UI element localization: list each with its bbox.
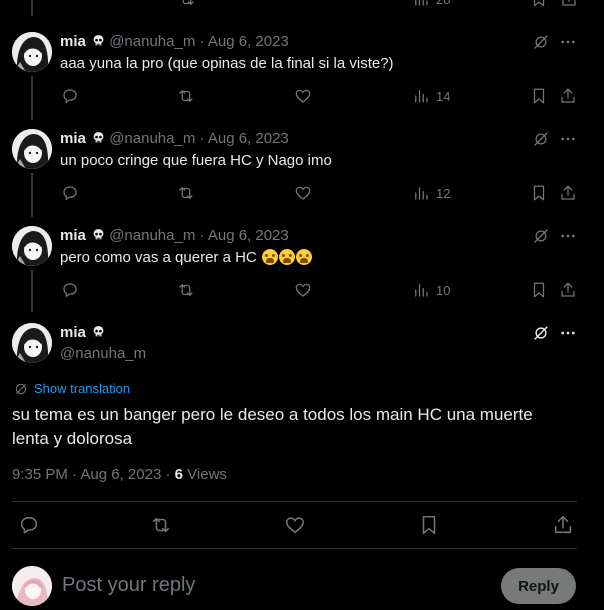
crying-emoji (278, 249, 295, 265)
bookmark-icon-top[interactable] (530, 0, 548, 8)
handle[interactable]: @nanuha_m (109, 227, 195, 244)
post-date[interactable]: Aug 6, 2023 (208, 33, 289, 50)
views-icon (415, 90, 428, 103)
post-date[interactable]: Aug 6, 2023 (208, 227, 289, 244)
avatar[interactable] (12, 323, 52, 363)
display-name[interactable]: mia (60, 324, 86, 341)
retweet-icon[interactable] (177, 281, 195, 299)
views-icon (415, 284, 428, 297)
globe-icon (15, 383, 27, 394)
like-icon[interactable] (294, 184, 312, 202)
share-icon-top[interactable] (560, 0, 578, 8)
main-tweet-text-line: lenta y dolorosa (12, 429, 133, 448)
bookmark-icon[interactable] (530, 184, 548, 202)
views-count: 10 (436, 282, 451, 298)
reply-icon[interactable] (18, 514, 40, 536)
post-time[interactable]: 9:35 PM (12, 466, 68, 483)
share-icon[interactable] (559, 184, 577, 202)
main-tweet-text: su tema es un banger pero le deseo a tod… (12, 403, 533, 451)
views-icon (415, 187, 428, 200)
more-icon[interactable] (559, 227, 577, 245)
grok-icon[interactable] (532, 33, 550, 51)
skull-icon (92, 228, 105, 241)
tweet-text: pero como vas a querer a HC (60, 248, 312, 268)
views-button[interactable]: 14 (412, 87, 450, 105)
avatar[interactable] (12, 32, 52, 72)
retweet-icon[interactable] (177, 87, 195, 105)
views-button[interactable]: 12 (412, 184, 450, 202)
bookmark-icon[interactable] (530, 281, 548, 299)
thread-line (31, 173, 33, 217)
avatar[interactable] (12, 226, 52, 266)
handle[interactable]: @nanuha_m (60, 345, 146, 362)
handle[interactable]: @nanuha_m (109, 130, 195, 147)
grok-icon[interactable] (532, 227, 550, 245)
skull-icon (92, 34, 105, 47)
display-name[interactable]: mia (60, 130, 86, 147)
post-date[interactable]: Aug 6, 2023 (208, 130, 289, 147)
tweet-text: un poco cringe que fuera HC y Nago imo (60, 152, 332, 169)
skull-icon (92, 325, 105, 338)
like-icon[interactable] (284, 514, 306, 536)
more-icon[interactable] (559, 130, 577, 148)
reply-icon[interactable] (61, 281, 79, 299)
share-icon[interactable] (552, 514, 574, 536)
post-date[interactable]: Aug 6, 2023 (80, 466, 161, 483)
divider (12, 548, 577, 549)
grok-icon[interactable] (532, 130, 550, 148)
more-icon[interactable] (559, 324, 577, 342)
display-name[interactable]: mia (60, 33, 86, 50)
reply-input[interactable]: Post your reply (62, 574, 195, 597)
user-avatar[interactable] (12, 566, 52, 606)
reply-button[interactable]: Reply (501, 568, 576, 604)
thread-line (31, 270, 33, 312)
thread-line (31, 0, 33, 16)
show-translation-label[interactable]: Show translation (34, 381, 130, 396)
thread-line (31, 76, 33, 120)
main-tweet-text-line: su tema es un banger pero le deseo a tod… (12, 405, 533, 424)
tweet-text-content: pero como vas a querer a HC (60, 249, 257, 266)
show-translation-link[interactable]: Show translation (14, 381, 130, 396)
bookmark-icon[interactable] (418, 514, 440, 536)
grok-icon[interactable] (532, 324, 550, 342)
divider (12, 501, 577, 502)
retweet-icon[interactable] (177, 184, 195, 202)
display-name[interactable]: mia (60, 227, 86, 244)
reply-icon[interactable] (61, 184, 79, 202)
views-button[interactable]: 10 (412, 281, 450, 299)
bookmark-icon[interactable] (530, 87, 548, 105)
views-top[interactable]: 28 (412, 0, 450, 8)
avatar[interactable] (12, 129, 52, 169)
share-icon[interactable] (559, 87, 577, 105)
retweet-icon[interactable] (150, 514, 172, 536)
retweet-icon-top[interactable] (178, 0, 196, 8)
reply-icon[interactable] (61, 87, 79, 105)
crying-emoji (261, 249, 278, 265)
like-icon[interactable] (294, 87, 312, 105)
more-icon[interactable] (559, 33, 577, 51)
like-icon[interactable] (294, 281, 312, 299)
tweet-text: aaa yuna la pro (que opinas de la final … (60, 55, 394, 72)
share-icon[interactable] (559, 281, 577, 299)
handle[interactable]: @nanuha_m (109, 33, 195, 50)
skull-icon (92, 131, 105, 144)
tweet-meta: 9:35 PM · Aug 6, 2023 · 6 Views (12, 466, 227, 483)
views-count: 14 (436, 88, 451, 104)
crying-emoji (295, 249, 312, 265)
views-count: 12 (436, 185, 451, 201)
views-label: Views (187, 466, 227, 483)
views-count: 6 (174, 466, 183, 483)
